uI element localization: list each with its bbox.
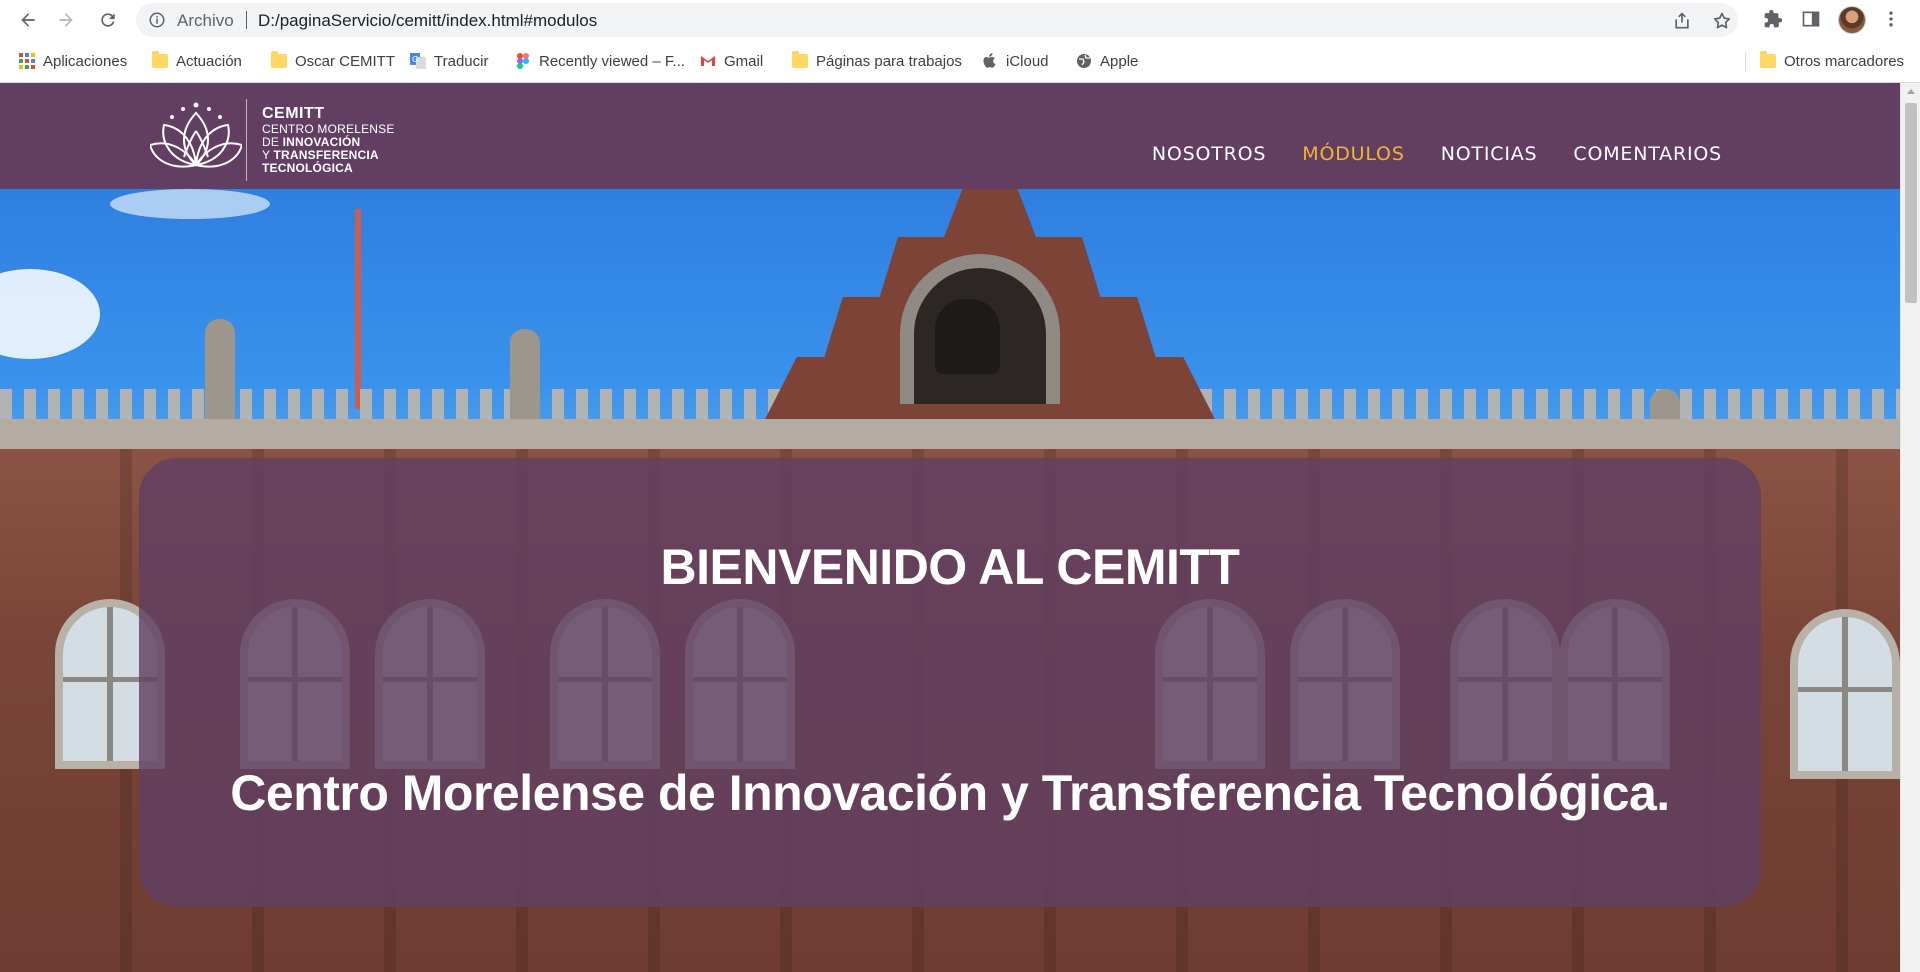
lotus-logo-icon	[148, 102, 244, 168]
info-icon[interactable]	[148, 11, 166, 29]
forward-button[interactable]	[52, 6, 80, 34]
translate-icon: G	[410, 53, 426, 69]
nav-link-noticias[interactable]: NOTICIAS	[1441, 143, 1538, 165]
bookmark-label: Páginas para trabajos	[816, 52, 962, 70]
back-button[interactable]	[14, 6, 42, 34]
bookmark-label: Traducir	[434, 52, 489, 70]
page-scheme-label: Archivo	[177, 11, 234, 30]
logo-wordmark: CEMITT CENTRO MORELENSE DE INNOVACIÓN Y …	[262, 105, 395, 175]
more-vertical-icon	[1889, 11, 1893, 27]
nav-link-comentarios[interactable]: COMENTARIOS	[1573, 143, 1722, 165]
extensions-button[interactable]	[1762, 8, 1784, 30]
address-bar[interactable]: Archivo D:/paginaServicio/cemitt/index.h…	[136, 3, 1738, 37]
site-header: CEMITT CENTRO MORELENSE DE INNOVACIÓN Y …	[0, 83, 1900, 189]
profile-avatar[interactable]	[1838, 6, 1866, 34]
logo-title: CEMITT	[262, 105, 325, 122]
bookmark-label: Oscar CEMITT	[295, 52, 395, 70]
hero-welcome-card: BIENVENIDO AL CEMITT Centro Morelense de…	[139, 458, 1761, 907]
main-navigation: NOSOTROS MÓDULOS NOTICIAS COMENTARIOS	[1152, 143, 1722, 165]
arrow-right-icon	[59, 13, 73, 27]
folder-icon	[792, 51, 808, 68]
share-icon[interactable]	[1672, 11, 1692, 31]
bookmarks-divider	[1745, 52, 1746, 72]
browser-toolbar: Archivo D:/paginaServicio/cemitt/index.h…	[0, 0, 1920, 40]
logo-divider	[246, 99, 247, 181]
bookmark-label: iCloud	[1006, 52, 1049, 70]
bookmark-apple[interactable]: Apple	[1076, 50, 1138, 72]
nav-link-nosotros[interactable]: NOSOTROS	[1152, 143, 1266, 165]
bookmark-oscar-cemitt[interactable]: Oscar CEMITT	[271, 50, 395, 72]
url-text[interactable]: D:/paginaServicio/cemitt/index.html#modu…	[258, 11, 597, 31]
bookmark-label: Actuación	[176, 52, 242, 70]
folder-icon	[1760, 51, 1776, 68]
bookmark-otros-marcadores[interactable]: Otros marcadores	[1760, 50, 1904, 72]
scrollbar-thumb[interactable]	[1905, 103, 1917, 303]
cemitt-logo[interactable]: CEMITT CENTRO MORELENSE DE INNOVACIÓN Y …	[148, 95, 410, 181]
nav-link-modulos[interactable]: MÓDULOS	[1302, 143, 1404, 165]
page-scrollbar[interactable]	[1900, 83, 1920, 972]
bookmark-label: Gmail	[724, 52, 764, 70]
reload-button[interactable]	[94, 6, 122, 34]
figma-icon	[517, 53, 529, 69]
page-viewport: CEMITT CENTRO MORELENSE DE INNOVACIÓN Y …	[0, 83, 1900, 972]
bookmarks-bar: Aplicaciones Actuación Oscar CEMITT G Tr…	[0, 40, 1920, 83]
bookmark-traducir[interactable]: G Traducir	[410, 50, 488, 72]
bookmark-label: Recently viewed – F...	[539, 52, 685, 70]
address-divider	[246, 11, 247, 29]
arrow-left-icon	[21, 13, 35, 27]
side-panel-button[interactable]	[1800, 8, 1822, 30]
apps-grid-icon	[19, 53, 35, 69]
gmail-icon	[701, 56, 715, 66]
bookmark-label: Otros marcadores	[1784, 52, 1905, 70]
bookmark-icloud[interactable]: iCloud	[982, 50, 1049, 72]
bookmark-figma[interactable]: Recently viewed – F...	[515, 50, 685, 72]
bookmark-star-icon[interactable]	[1712, 11, 1732, 31]
logo-line-4: TECNOLÓGICA	[262, 161, 353, 175]
bookmark-label: Aplicaciones	[43, 52, 128, 70]
bookmark-label: Apple	[1100, 52, 1139, 70]
bookmark-actuacion[interactable]: Actuación	[152, 50, 242, 72]
apple-icon	[983, 53, 996, 68]
hero-section: BIENVENIDO AL CEMITT Centro Morelense de…	[0, 189, 1900, 972]
folder-icon	[271, 51, 287, 68]
puzzle-icon	[1764, 9, 1783, 28]
folder-icon	[152, 51, 168, 68]
bookmark-aplicaciones[interactable]: Aplicaciones	[19, 50, 127, 72]
side-panel-icon	[1802, 11, 1820, 27]
svg-text:G: G	[412, 55, 418, 64]
reload-icon	[101, 13, 115, 27]
scroll-up-arrow-icon[interactable]	[1907, 89, 1915, 94]
bookmark-paginas-para-trabajos[interactable]: Páginas para trabajos	[792, 50, 962, 72]
hero-subtitle: Centro Morelense de Innovación y Transfe…	[230, 765, 1670, 821]
hero-title: BIENVENIDO AL CEMITT	[660, 539, 1240, 595]
bookmark-gmail[interactable]: Gmail	[700, 50, 763, 72]
browser-menu-button[interactable]	[1880, 8, 1902, 30]
globe-icon	[1077, 54, 1091, 68]
